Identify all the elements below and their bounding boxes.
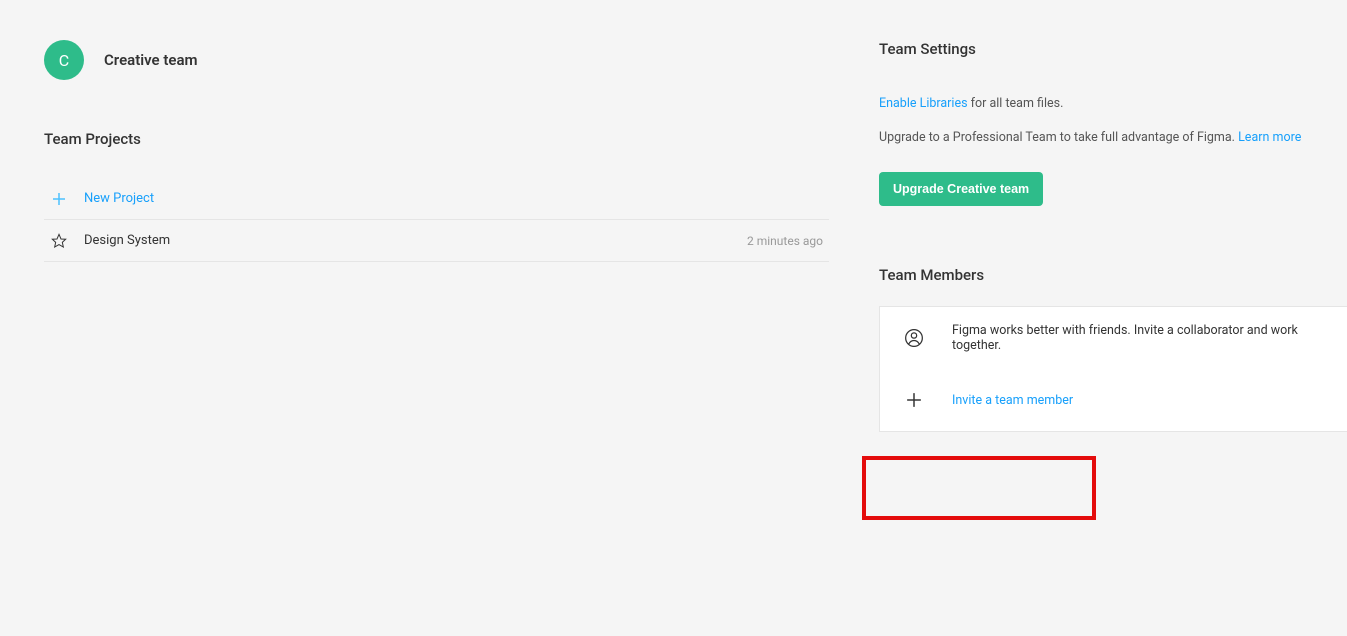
enable-libraries-line: Enable Libraries for all team files. [879, 94, 1347, 114]
enable-libraries-link[interactable]: Enable Libraries [879, 96, 968, 111]
project-label: Design System [84, 233, 747, 248]
team-settings-title: Team Settings [879, 40, 1347, 58]
person-icon [904, 328, 924, 348]
members-hint: Figma works better with friends. Invite … [952, 323, 1323, 353]
team-members-title: Team Members [879, 266, 1347, 284]
project-time: 2 minutes ago [747, 234, 823, 248]
upgrade-button[interactable]: Upgrade Creative team [879, 172, 1043, 206]
new-project-label: New Project [84, 191, 823, 206]
members-hint-row: Figma works better with friends. Invite … [880, 307, 1347, 369]
team-header: C Creative team [44, 40, 829, 80]
upgrade-text: Upgrade to a Professional Team to take f… [879, 128, 1347, 148]
plus-icon [904, 390, 924, 410]
star-icon[interactable] [50, 232, 68, 250]
team-avatar: C [44, 40, 84, 80]
invite-member-button[interactable]: Invite a team member [880, 369, 1347, 431]
invite-label: Invite a team member [952, 393, 1073, 408]
project-row[interactable]: Design System 2 minutes ago [44, 220, 829, 262]
avatar-letter: C [59, 51, 69, 70]
upgrade-text-prefix: Upgrade to a Professional Team to take f… [879, 130, 1238, 145]
plus-icon [50, 190, 68, 208]
enable-libraries-text: for all team files. [968, 96, 1064, 111]
team-projects-title: Team Projects [44, 130, 829, 148]
new-project-button[interactable]: New Project [44, 178, 829, 220]
annotation-highlight [862, 456, 1096, 520]
team-name: Creative team [104, 51, 198, 69]
learn-more-link[interactable]: Learn more [1238, 130, 1301, 145]
